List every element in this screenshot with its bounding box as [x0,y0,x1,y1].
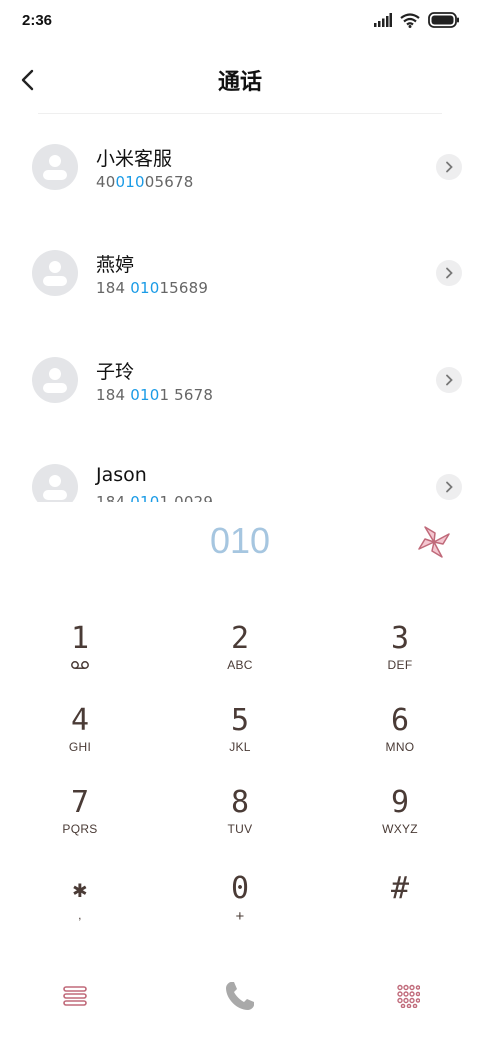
key-3[interactable]: 3 DEF [320,620,480,702]
key-5[interactable]: 5 JKL [160,702,320,784]
avatar [32,357,78,403]
contact-detail-button[interactable] [436,474,462,500]
avatar [32,144,78,190]
contact-name: 子玲 [96,361,135,383]
contact-number: 184 0101 0029 [96,493,214,502]
key-0[interactable]: 0 + [160,870,320,952]
key-6[interactable]: 6 MNO [320,702,480,784]
battery-icon [428,12,459,28]
key-2[interactable]: 2 ABC [160,620,320,702]
avatar [32,464,78,502]
contact-name: 小米客服 [96,148,173,170]
chevron-right-icon [446,481,453,493]
chevron-right-icon [446,267,453,279]
key-1[interactable]: 1 [0,620,160,702]
contact-detail-button[interactable] [436,367,462,393]
contact-detail-button[interactable] [436,260,462,286]
contact-row[interactable]: Jason 184 0101 0029 [0,434,480,502]
chevron-right-icon [446,374,453,386]
header: 通话 [0,52,480,108]
dialpad-icon [397,984,420,1008]
contact-row[interactable]: 子玲 184 0101 5678 [0,327,480,433]
key-9[interactable]: 9 WXYZ [320,784,480,866]
key-star[interactable]: ✱ , [0,870,160,952]
dialpad: 1 2 ABC 3 DEF 4 GHI 5 JKL 6 MNO 7 PQRS 8… [0,600,480,940]
voicemail-icon [71,661,89,669]
status-bar: 2:36 [0,0,480,44]
contact-row[interactable]: 小米客服 4001005678 [0,114,480,220]
contact-detail-button[interactable] [436,154,462,180]
key-7[interactable]: 7 PQRS [0,784,160,866]
wifi-icon [400,12,420,28]
signal-icon [374,13,392,27]
bottom-bar [0,960,480,1030]
contact-number: 184 0101 5678 [96,386,214,404]
dialed-number: 010 [209,520,271,561]
contact-row[interactable]: 燕婷 184 01015689 [0,220,480,326]
call-button[interactable] [220,976,260,1016]
menu-icon [63,986,87,1006]
avatar [32,250,78,296]
dialpad-toggle-button[interactable] [388,976,428,1016]
contact-name: Jason [96,464,147,486]
page-title: 通话 [217,70,262,95]
phone-icon [226,982,254,1010]
key-hash[interactable]: # [320,870,480,952]
pinwheel-icon[interactable] [416,524,452,560]
contact-number: 184 01015689 [96,279,209,297]
key-8[interactable]: 8 TUV [160,784,320,866]
status-icons [374,12,460,28]
status-time: 2:36 [22,12,53,29]
contact-number: 4001005678 [96,173,194,191]
contact-name: 燕婷 [96,254,135,276]
key-4[interactable]: 4 GHI [0,702,160,784]
chevron-right-icon [446,161,453,173]
menu-button[interactable] [55,976,95,1016]
contact-list[interactable]: 小米客服 4001005678 燕婷 184 01015689 子玲 184 0… [0,114,480,502]
